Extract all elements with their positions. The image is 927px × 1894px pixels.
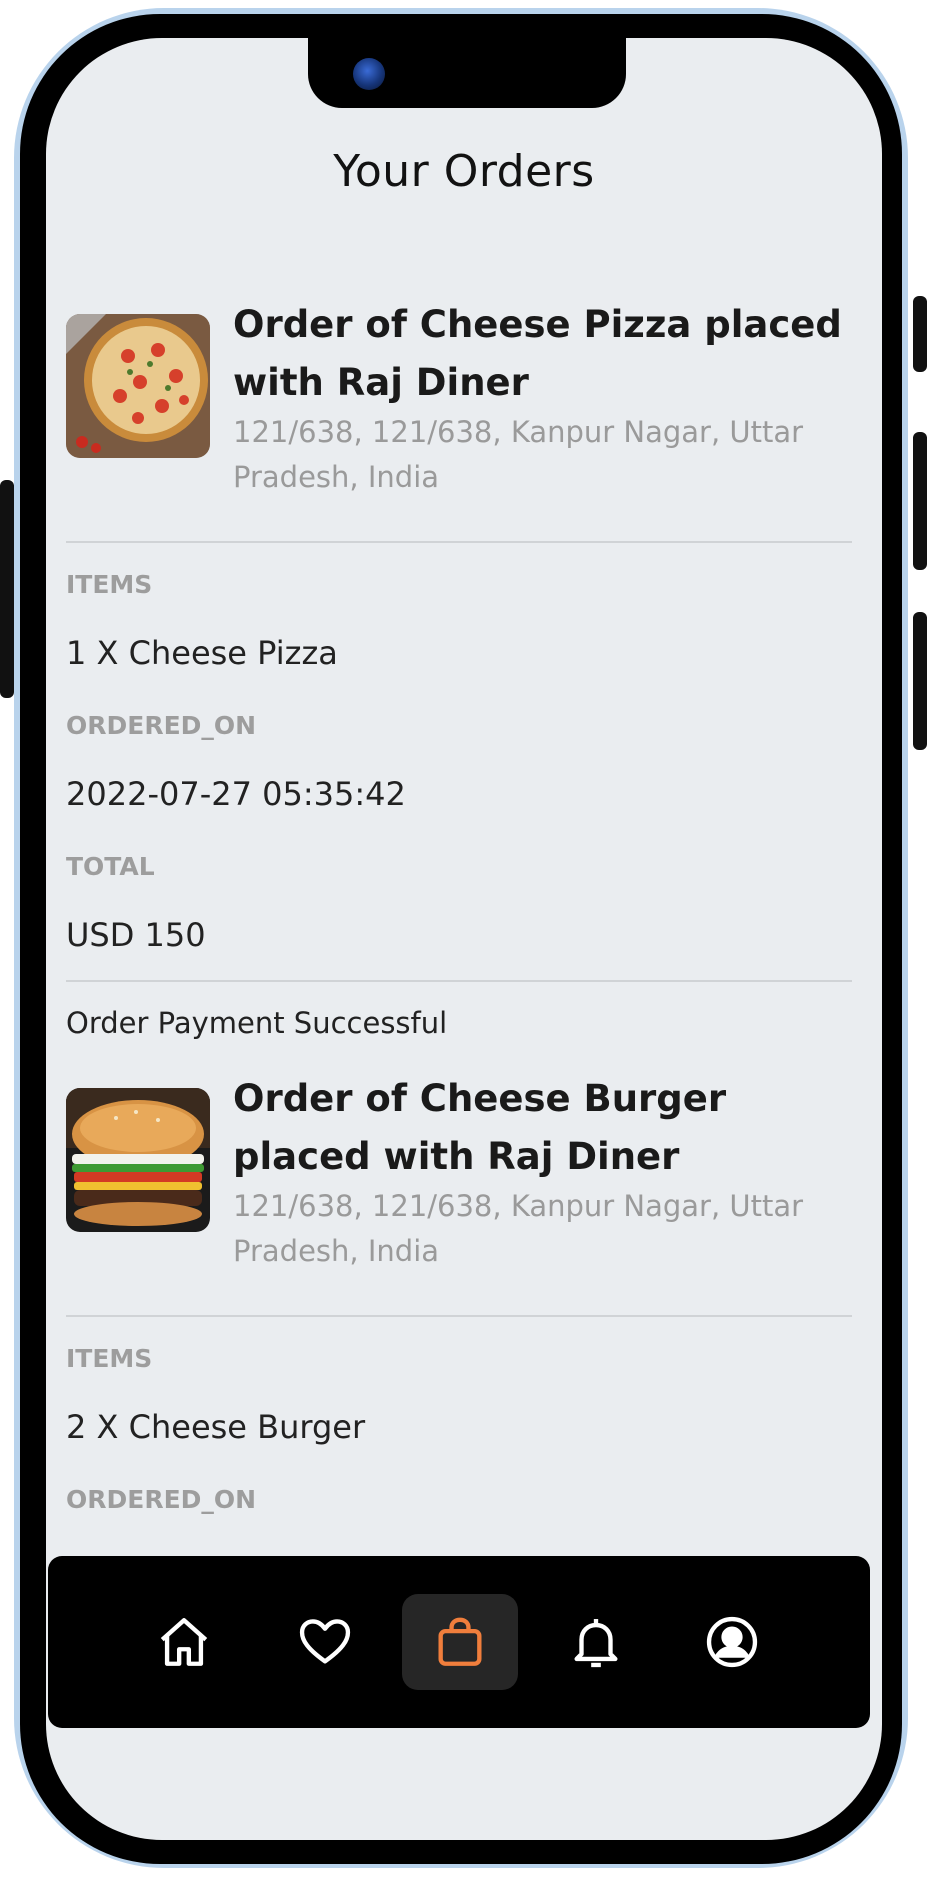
order-title: Order of Cheese Burger placed with Raj D… [233,1077,727,1178]
order-title: Order of Cheese Pizza placed with Raj Di… [233,303,842,404]
pizza-image [66,314,210,458]
order-status: Order Payment Successful [66,1006,448,1040]
home-icon [160,1618,208,1666]
side-button [913,432,927,570]
items-value: 2 X Cheese Burger [66,1408,366,1446]
order-header: Order of Cheese Burger placed with Raj D… [66,1048,852,1268]
order-card[interactable]: Order of Cheese Burger placed with Raj D… [66,1048,852,1514]
volume-button [0,480,14,698]
divider [66,541,852,543]
heart-icon [299,1619,351,1664]
bell-icon [574,1619,618,1668]
side-button [913,296,927,372]
bottom-nav [48,1556,870,1728]
divider [66,1315,852,1317]
items-label: ITEMS [66,570,153,599]
order-card[interactable]: Order of Cheese Pizza placed with Raj Di… [66,274,852,1040]
nav-orders[interactable] [402,1594,518,1690]
user-circle-icon [706,1616,758,1668]
order-address: 121/638, 121/638, Kanpur Nagar, Uttar Pr… [233,415,804,494]
items-value: 1 X Cheese Pizza [66,634,338,672]
divider [66,980,852,982]
shopping-bag-icon [438,1617,482,1666]
order-address: 121/638, 121/638, Kanpur Nagar, Uttar Pr… [233,1189,804,1268]
side-button [913,612,927,750]
order-header: Order of Cheese Pizza placed with Raj Di… [66,274,852,494]
total-value: USD 150 [66,916,206,954]
nav-profile[interactable] [674,1594,790,1690]
nav-home[interactable] [126,1594,242,1690]
nav-notifications[interactable] [538,1594,654,1690]
burger-image [66,1088,210,1232]
ordered-on-label: ORDERED_ON [66,1485,257,1514]
screen: Your Orders Order of Cheese Pizza placed… [46,38,882,1840]
total-label: TOTAL [66,852,155,881]
ordered-on-label: ORDERED_ON [66,711,257,740]
notch [308,38,626,108]
camera-icon [353,58,385,90]
nav-favorites[interactable] [267,1594,383,1690]
items-label: ITEMS [66,1344,153,1373]
page-title: Your Orders [333,146,595,197]
ordered-on-value: 2022-07-27 05:35:42 [66,775,406,813]
